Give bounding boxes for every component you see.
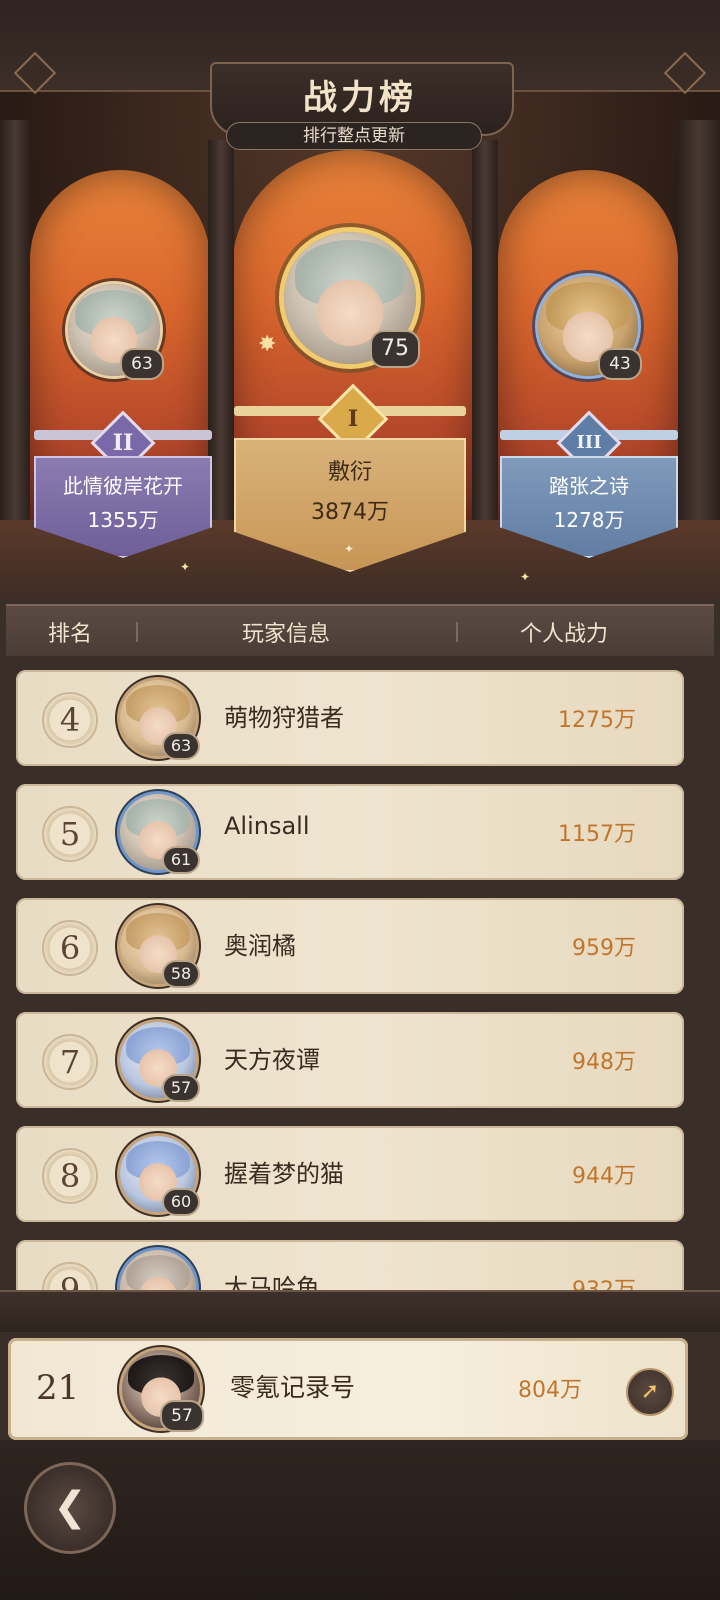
player-power: 932万 (572, 1272, 636, 1290)
avatar[interactable]: 61 (120, 794, 200, 874)
level-badge: 57 (160, 1400, 204, 1432)
ranking-list[interactable]: 4 63 萌物狩猎者 1275万 5 61 Alinsall 1157万 6 5… (0, 658, 720, 1290)
column-power: 个人战力 (520, 622, 609, 647)
player-power: 1275万 (558, 708, 636, 733)
column-rank: 排名 (48, 622, 93, 647)
page-title: 战力榜 (303, 78, 417, 118)
third-place-power: 1278万 (553, 508, 625, 532)
table-row[interactable]: 8 60 握着梦的猫 944万 (16, 1126, 684, 1222)
rank-number: 9 (59, 1271, 81, 1290)
player-power: 944万 (572, 1164, 636, 1189)
second-place-name: 此情彼岸花开 (63, 474, 183, 498)
update-note: 排行整点更新 (226, 122, 482, 150)
sparkle-icon: ✦ (344, 542, 355, 556)
avatar[interactable]: 57 (120, 1022, 200, 1102)
rank-number: 8 (59, 1157, 81, 1195)
pillar (0, 120, 30, 540)
rank-number: 7 (59, 1043, 81, 1081)
first-place-power: 3874万 (311, 500, 389, 525)
rank-numeral: I (347, 406, 359, 432)
table-row[interactable]: 4 63 萌物狩猎者 1275万 (16, 670, 684, 766)
avatar[interactable] (120, 1250, 196, 1290)
second-place-avatar[interactable]: 63 (68, 284, 164, 380)
sparkle-icon: ✦ (520, 570, 531, 584)
first-place-plate: I 敷衍 3874万 ✦ (234, 383, 466, 572)
pillar (678, 120, 720, 540)
my-avatar[interactable]: 57 (122, 1350, 204, 1432)
player-power: 1157万 (558, 822, 636, 847)
my-power: 804万 (518, 1378, 582, 1403)
rank-number: 4 (59, 701, 81, 739)
rank-medal: 9 (42, 1262, 98, 1290)
level-badge: 60 (162, 1188, 200, 1216)
rank-medal: 5 (42, 806, 98, 862)
pillar (472, 140, 498, 540)
locate-icon[interactable]: ➚ (626, 1368, 674, 1416)
level-badge: 43 (598, 348, 642, 380)
list-bottom-frame (0, 1290, 720, 1332)
player-name: 萌物狩猎者 (224, 704, 344, 732)
level-badge: 61 (162, 846, 200, 874)
table-row[interactable]: 7 57 天方夜谭 948万 (16, 1012, 684, 1108)
my-rank-row[interactable]: 21 57 零氪记录号 804万 ➚ (8, 1338, 688, 1440)
player-name: 大马哈鱼 (224, 1274, 320, 1290)
player-power: 948万 (572, 1050, 636, 1075)
player-name: 握着梦的猫 (224, 1160, 344, 1188)
level-badge: 57 (162, 1074, 200, 1102)
player-power: 959万 (572, 936, 636, 961)
rank-medal: 7 (42, 1034, 98, 1090)
first-place-name: 敷衍 (327, 460, 372, 485)
player-name: Alinsall (224, 812, 310, 840)
avatar[interactable]: 60 (120, 1136, 200, 1216)
second-place-power: 1355万 (87, 508, 159, 532)
table-row[interactable]: 5 61 Alinsall 1157万 (16, 784, 684, 880)
avatar[interactable]: 63 (120, 680, 200, 760)
sparkle-icon: ✦ (180, 560, 191, 574)
rank-number: 6 (59, 929, 81, 967)
column-separator (456, 622, 458, 642)
level-badge: 75 (370, 330, 420, 368)
back-arrow-icon[interactable]: ❮ (24, 1462, 116, 1554)
rank-medal: 4 (42, 692, 98, 748)
column-separator (136, 622, 138, 642)
table-row[interactable]: 9 大马哈鱼 932万 (16, 1240, 684, 1290)
player-name: 天方夜谭 (224, 1046, 320, 1074)
avatar[interactable]: 58 (120, 908, 200, 988)
table-row[interactable]: 6 58 奥润橘 959万 (16, 898, 684, 994)
rank-medal: 6 (42, 920, 98, 976)
my-rank-number: 21 (36, 1368, 80, 1408)
column-player-info: 玩家信息 (242, 622, 331, 647)
second-place-plate: II 此情彼岸花开 1355万 (34, 410, 212, 558)
rank-number: 5 (59, 815, 81, 853)
table-header: 排名 玩家信息 个人战力 (6, 604, 714, 656)
level-badge: 63 (120, 348, 164, 380)
third-place-name: 踏张之诗 (549, 474, 629, 498)
sparkle-icon: ✸ (258, 332, 277, 357)
player-name: 奥润橘 (224, 932, 296, 960)
first-place-avatar[interactable]: 75 (284, 232, 420, 368)
level-badge: 63 (162, 732, 200, 760)
level-badge: 58 (162, 960, 200, 988)
third-place-plate: III 踏张之诗 1278万 (500, 410, 678, 558)
rank-medal: 8 (42, 1148, 98, 1204)
third-place-avatar[interactable]: 43 (538, 276, 642, 380)
my-player-name: 零氪记录号 (230, 1373, 356, 1402)
